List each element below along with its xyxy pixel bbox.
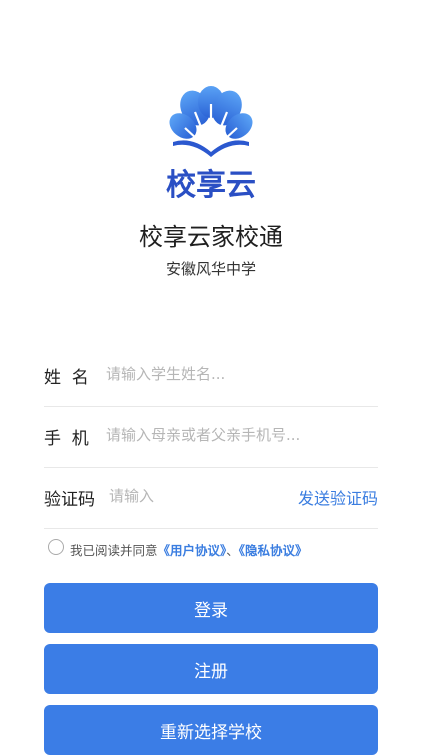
logo-wordmark: 校享云 [166,168,256,203]
name-row: 姓 名 [44,344,378,407]
login-button[interactable]: 登录 [44,583,378,633]
privacy-policy-link[interactable]: 《隐私协议》 [239,543,308,558]
school-name: 安徽风华中学 [165,260,256,278]
code-row: 验证码 发送验证码 [44,466,378,529]
agreement-separator: 、 [226,543,239,558]
reselect-school-button[interactable]: 重新选择学校 [44,705,378,755]
agreement-prefix: 我已阅读并同意 [70,543,158,558]
agreement-row: 我已阅读并同意《用户协议》、《隐私协议》 [48,537,388,559]
parent-phone-input[interactable] [106,421,376,449]
verification-code-input[interactable] [109,482,259,510]
name-label: 姓 名 [44,368,89,388]
agreement-text: 我已阅读并同意《用户协议》、《隐私协议》 [70,540,308,559]
send-code-button[interactable]: 发送验证码 [298,485,378,509]
agreement-checkbox[interactable] [48,539,64,555]
app-title: 校享云家校通 [139,223,283,251]
register-button[interactable]: 注册 [44,644,378,694]
code-label: 验证码 [44,490,95,510]
phone-label: 手 机 [44,429,89,449]
user-agreement-link[interactable]: 《用户协议》 [158,543,227,558]
student-name-input[interactable] [106,360,376,388]
phone-row: 手 机 [44,405,378,468]
ginkgo-book-icon [169,86,253,157]
app-logo: 校享云 [165,86,257,203]
